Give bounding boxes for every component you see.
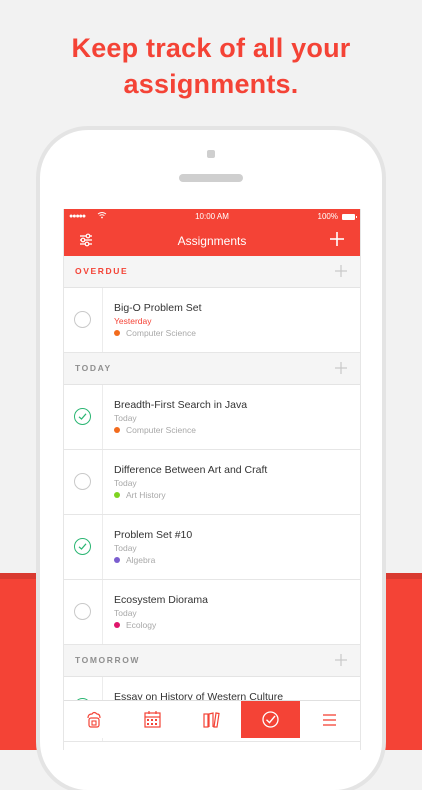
course-color-dot	[114, 330, 120, 336]
nav-row: Assignments	[64, 227, 360, 253]
battery-icon	[342, 214, 357, 220]
plus-icon	[330, 232, 344, 246]
calendar-icon	[144, 711, 161, 728]
tab-assignments[interactable]	[241, 701, 300, 738]
task-course: Art History	[114, 490, 166, 500]
task-checkbox[interactable]	[74, 603, 91, 620]
course-name: Computer Science	[126, 425, 196, 435]
plus-icon	[335, 654, 347, 666]
tab-calendar[interactable]	[123, 701, 182, 738]
section-label: TODAY	[75, 363, 112, 373]
tab-menu[interactable]	[300, 701, 359, 738]
cloud-backpack-icon	[87, 711, 101, 728]
task-course: Computer Science	[114, 328, 196, 338]
task-row[interactable]: Difference Between Art and Craft Today A…	[64, 450, 360, 515]
plus-icon	[335, 265, 347, 277]
headline-line-2: assignments.	[123, 69, 299, 99]
task-title: Ecosystem Diorama	[114, 594, 208, 606]
task-checkbox-checked[interactable]	[74, 538, 91, 555]
task-row[interactable]: Ecosystem Diorama Today Ecology	[64, 580, 360, 645]
app-bar: ●●●●● 10:00 AM 100% Assignments	[64, 209, 360, 256]
task-check-column	[64, 385, 103, 449]
task-due: Today	[114, 478, 137, 488]
course-name: Ecology	[126, 620, 157, 630]
section-header-tomorrow: TOMORROW	[64, 645, 360, 677]
task-due: Today	[114, 543, 137, 553]
task-row[interactable]: Breadth-First Search in Java Today Compu…	[64, 385, 360, 450]
course-color-dot	[114, 557, 120, 563]
task-check-column	[64, 580, 103, 644]
task-course: Algebra	[114, 555, 155, 565]
course-color-dot	[114, 622, 120, 628]
menu-icon	[323, 714, 336, 726]
tab-backpack[interactable]	[64, 701, 123, 738]
task-check-column	[64, 450, 103, 514]
task-due: Today	[114, 608, 137, 618]
page-title: Assignments	[177, 234, 247, 248]
task-course: Computer Science	[114, 425, 196, 435]
task-title: Breadth-First Search in Java	[114, 399, 248, 411]
section-header-today: TODAY	[64, 353, 360, 385]
section-label: OVERDUE	[75, 266, 129, 276]
checkmark-circle-icon	[262, 711, 279, 728]
phone-camera	[207, 150, 215, 158]
battery-percent: 100%	[317, 212, 338, 221]
task-title: Big-O Problem Set	[114, 302, 202, 314]
task-due: Yesterday	[114, 316, 152, 326]
course-name: Art History	[126, 490, 166, 500]
checkmark-icon	[78, 543, 87, 550]
books-icon	[203, 712, 220, 728]
task-due: Today	[114, 413, 137, 423]
add-assignment-button[interactable]	[328, 230, 346, 248]
task-row[interactable]: Big-O Problem Set Yesterday Computer Sci…	[64, 288, 360, 353]
section-label: TOMORROW	[75, 655, 141, 665]
status-time: 10:00 AM	[195, 212, 229, 221]
task-row[interactable]: Problem Set #10 Today Algebra	[64, 515, 360, 580]
task-title: Problem Set #10	[114, 529, 193, 541]
task-checkbox-checked[interactable]	[74, 408, 91, 425]
plus-icon	[335, 362, 347, 374]
task-course: Ecology	[114, 620, 156, 630]
tab-bar	[64, 700, 360, 738]
headline-line-1: Keep track of all your	[71, 33, 351, 63]
course-name: Algebra	[126, 555, 156, 565]
course-color-dot	[114, 492, 120, 498]
checkmark-icon	[78, 413, 87, 420]
section-add-button[interactable]	[334, 653, 348, 667]
tab-courses[interactable]	[182, 701, 241, 738]
course-name: Computer Science	[126, 328, 196, 338]
status-bar: ●●●●● 10:00 AM 100%	[64, 211, 360, 223]
section-add-button[interactable]	[334, 361, 348, 375]
assignment-list: OVERDUE Big-O Problem Set Yesterday Comp…	[64, 256, 360, 742]
course-color-dot	[114, 427, 120, 433]
task-check-column	[64, 288, 103, 352]
task-checkbox[interactable]	[74, 473, 91, 490]
section-header-overdue: OVERDUE	[64, 256, 360, 288]
task-checkbox[interactable]	[74, 311, 91, 328]
task-check-column	[64, 515, 103, 579]
app-screen: ●●●●● 10:00 AM 100% Assignments OVERDUE …	[63, 209, 361, 750]
section-add-button[interactable]	[334, 264, 348, 278]
headline: Keep track of all your assignments.	[0, 30, 422, 102]
phone-speaker	[179, 174, 243, 182]
task-title: Difference Between Art and Craft	[114, 464, 268, 476]
